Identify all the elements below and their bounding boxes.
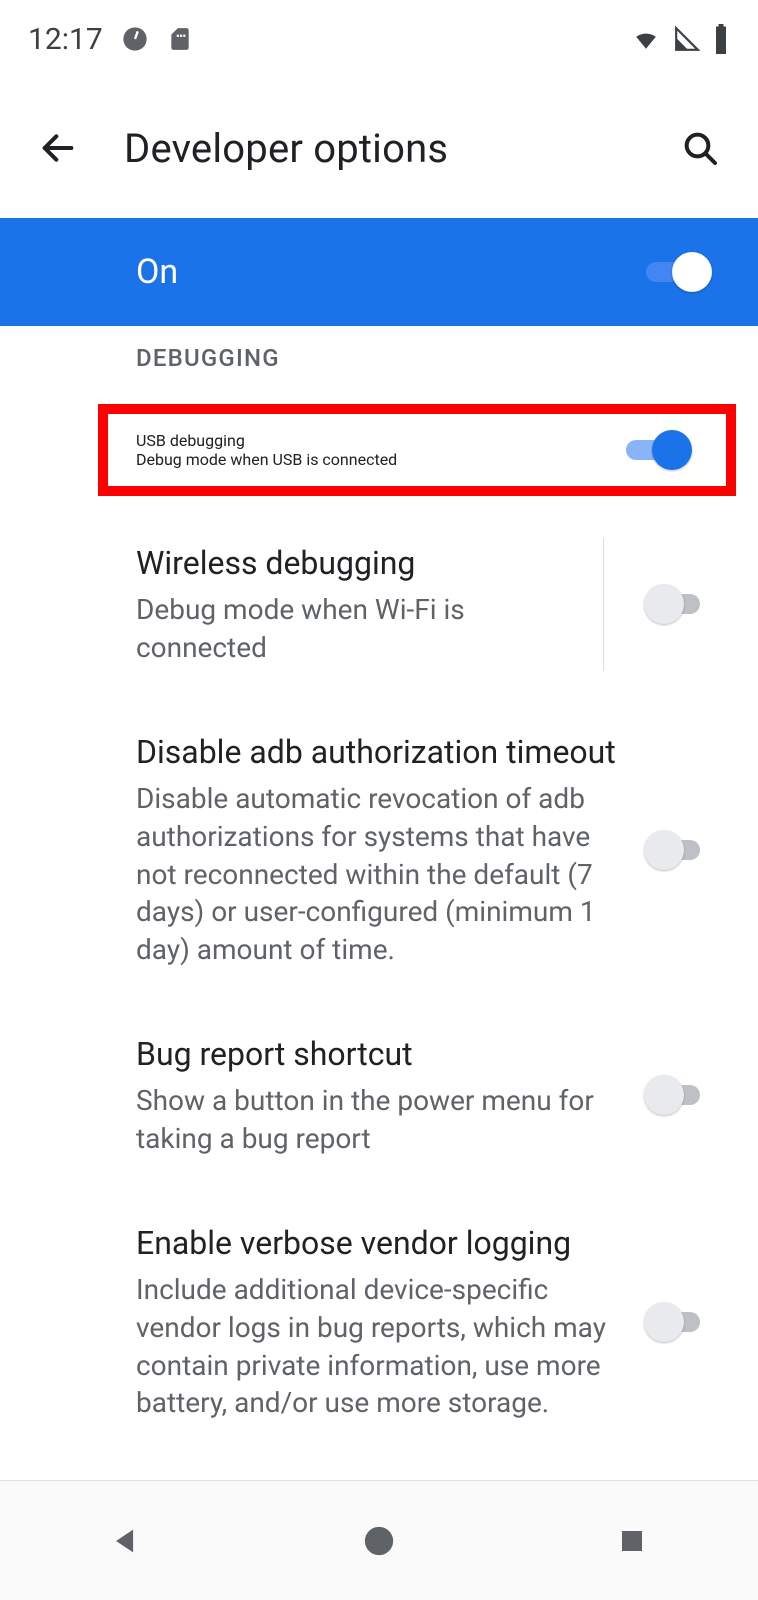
- setting-title: Enable verbose vendor logging: [136, 1222, 622, 1265]
- status-time: 12:17: [28, 22, 103, 57]
- setting-mock-location[interactable]: Select mock location app No mock locatio…: [0, 1454, 758, 1480]
- master-toggle-label: On: [136, 252, 646, 292]
- setting-subtitle: Show a button in the power menu for taki…: [136, 1082, 622, 1158]
- setting-subtitle: Debug mode when USB is connected: [136, 450, 602, 469]
- setting-disable-adb-timeout[interactable]: Disable adb authorization timeout Disabl…: [0, 699, 758, 1001]
- setting-subtitle: Include additional device-specific vendo…: [136, 1271, 622, 1422]
- sd-card-icon: [167, 25, 193, 53]
- usb-debugging-switch[interactable]: [626, 430, 690, 470]
- nav-recent-button[interactable]: [572, 1511, 692, 1571]
- setting-subtitle: Disable automatic revocation of adb auth…: [136, 780, 622, 969]
- back-button[interactable]: [34, 124, 82, 172]
- nav-bar: [0, 1480, 758, 1600]
- setting-subtitle: Debug mode when Wi-Fi is connected: [136, 591, 579, 667]
- signal-icon: [672, 26, 702, 52]
- status-bar: 12:17: [0, 0, 758, 78]
- setting-verbose-vendor-logging[interactable]: Enable verbose vendor logging Include ad…: [0, 1190, 758, 1454]
- setting-title: USB debugging: [136, 431, 602, 450]
- verbose-vendor-logging-switch[interactable]: [646, 1302, 710, 1342]
- section-header-debugging: DEBUGGING: [0, 326, 758, 390]
- content: On DEBUGGING USB debugging Debug mode wh…: [0, 218, 758, 1480]
- bug-report-shortcut-switch[interactable]: [646, 1075, 710, 1115]
- nav-home-button[interactable]: [319, 1511, 439, 1571]
- app-bar: Developer options: [0, 78, 758, 218]
- dnd-icon: [121, 25, 149, 53]
- page-title: Developer options: [124, 125, 634, 172]
- setting-usb-debugging[interactable]: USB debugging Debug mode when USB is con…: [98, 404, 736, 496]
- setting-wireless-debugging[interactable]: Wireless debugging Debug mode when Wi-Fi…: [0, 510, 758, 699]
- master-toggle-row[interactable]: On: [0, 218, 758, 326]
- setting-title: Disable adb authorization timeout: [136, 731, 622, 774]
- vertical-divider: [603, 538, 604, 671]
- nav-back-button[interactable]: [66, 1511, 186, 1571]
- battery-icon: [712, 24, 730, 54]
- master-toggle-switch[interactable]: [646, 252, 710, 292]
- search-button[interactable]: [676, 124, 724, 172]
- setting-title: Bug report shortcut: [136, 1033, 622, 1076]
- status-left: 12:17: [28, 22, 193, 57]
- wireless-debugging-switch[interactable]: [646, 584, 710, 624]
- setting-bug-report-shortcut[interactable]: Bug report shortcut Show a button in the…: [0, 1001, 758, 1190]
- wifi-icon: [630, 26, 662, 52]
- setting-title: Wireless debugging: [136, 542, 579, 585]
- status-right: [630, 24, 730, 54]
- disable-adb-timeout-switch[interactable]: [646, 830, 710, 870]
